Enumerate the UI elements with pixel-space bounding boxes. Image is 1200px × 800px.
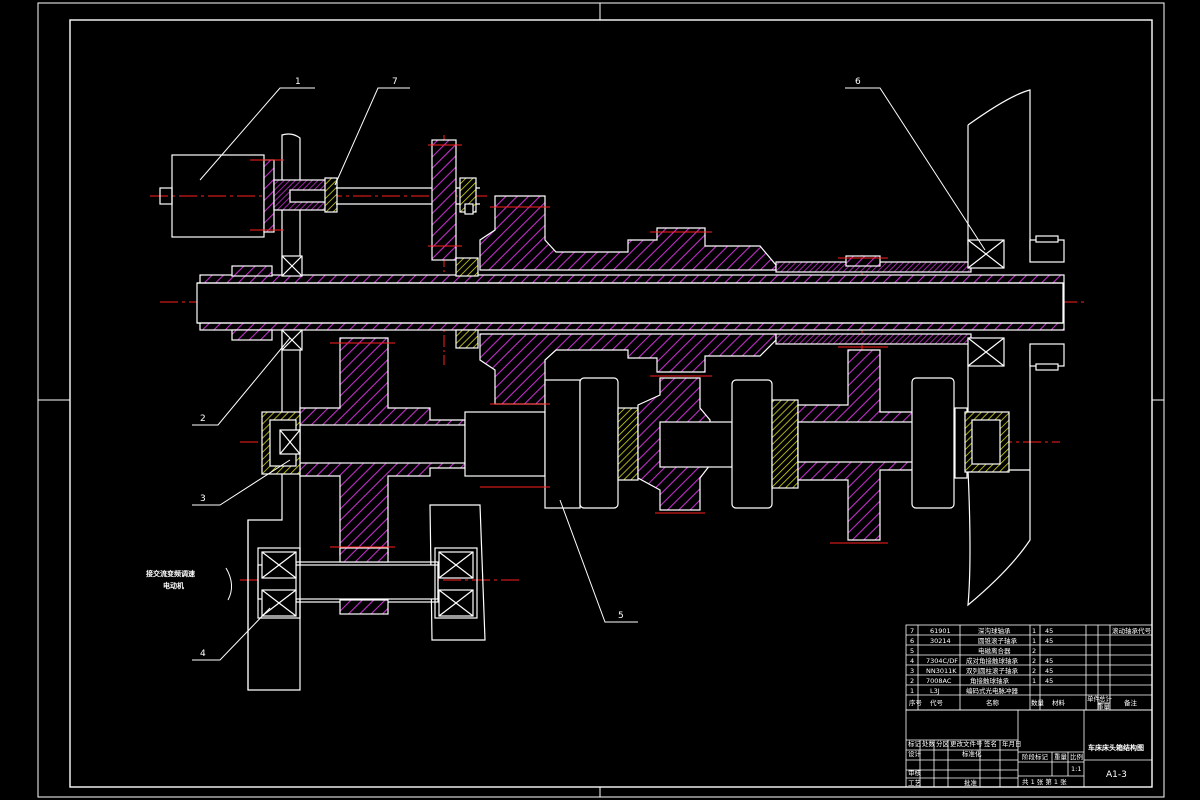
drawing-title: 车床床头箱结构图 xyxy=(1088,743,1144,752)
svg-text:45: 45 xyxy=(1045,677,1053,685)
title-block-text: 标记 处数 分区 更改文件号 签名 年月日 设计 标准化 审核 工艺 批准 阶段… xyxy=(908,739,1144,787)
tb-label-process: 工艺 xyxy=(908,779,922,787)
svg-text:1: 1 xyxy=(1032,627,1036,635)
main-spindle xyxy=(196,195,1065,405)
svg-text:2: 2 xyxy=(910,677,914,685)
tb-label-signature: 签名 xyxy=(984,739,997,748)
callout-4: 4 xyxy=(200,649,206,659)
svg-text:1: 1 xyxy=(1032,677,1036,685)
svg-text:电磁离合器: 电磁离合器 xyxy=(978,646,1011,655)
sheet-size: A1-3 xyxy=(1106,770,1127,780)
svg-text:双列圆柱滚子轴承: 双列圆柱滚子轴承 xyxy=(966,666,1019,675)
intermediate-shaft xyxy=(261,337,1010,556)
svg-text:7008AC: 7008AC xyxy=(926,677,952,685)
bom-header: 序号 代号 名称 数量 材料 单件 总计 重量 备注 xyxy=(909,694,1138,711)
tb-label-weight: 重量 xyxy=(1054,753,1068,761)
callout-3: 3 xyxy=(200,494,206,504)
motor-note: 接交流变频调速 电动机 xyxy=(146,567,232,601)
svg-text:成对角接触球轴承: 成对角接触球轴承 xyxy=(966,656,1019,665)
tb-label-scale: 比例 xyxy=(1070,752,1083,761)
bom-row: 7 61901 深沟球轴承 1 45 滚动轴承代号 xyxy=(910,626,1152,635)
bom-row: 5 电磁离合器 2 xyxy=(910,646,1036,655)
svg-text:61901: 61901 xyxy=(930,627,951,635)
tb-label-date: 年月日 xyxy=(1002,739,1022,748)
callout-5: 5 xyxy=(618,611,624,621)
svg-text:深沟球轴承: 深沟球轴承 xyxy=(978,626,1011,635)
svg-text:2: 2 xyxy=(1032,647,1036,655)
svg-text:名称: 名称 xyxy=(986,698,1000,707)
bom-row: 2 7008AC 角接触球轴承 1 45 xyxy=(910,676,1053,685)
bottom-shaft xyxy=(257,547,478,619)
tb-label-mark: 标记 xyxy=(908,739,922,748)
svg-text:45: 45 xyxy=(1045,667,1053,675)
bom-row: 4 7304C/DF 成对角接触球轴承 2 45 xyxy=(910,656,1053,665)
svg-text:45: 45 xyxy=(1045,627,1053,635)
svg-text:2: 2 xyxy=(1032,667,1036,675)
svg-text:5: 5 xyxy=(910,647,914,655)
svg-text:角接触球轴承: 角接触球轴承 xyxy=(970,676,1010,685)
svg-text:30214: 30214 xyxy=(930,637,951,645)
tb-label-approve: 批准 xyxy=(964,778,978,787)
svg-text:6: 6 xyxy=(910,637,914,645)
callout-7: 7 xyxy=(392,77,398,87)
svg-text:序号: 序号 xyxy=(909,698,923,707)
svg-text:45: 45 xyxy=(1045,637,1053,645)
svg-text:代号: 代号 xyxy=(930,698,944,707)
bom-row: 1 L3J 编码式光电脉冲器 xyxy=(910,686,1019,695)
callout-1: 1 xyxy=(295,77,301,87)
tb-label-zone: 分区 xyxy=(936,739,950,748)
bom-row: 6 30214 圆锥滚子轴承 1 45 xyxy=(910,636,1053,645)
tb-label-stage: 阶段标记 xyxy=(1022,752,1049,761)
svg-text:2: 2 xyxy=(1032,657,1036,665)
svg-text:NN3011K: NN3011K xyxy=(926,667,957,675)
tb-label-review: 审核 xyxy=(908,768,922,777)
svg-text:1: 1 xyxy=(910,687,914,695)
tb-label-change-doc: 更改文件号 xyxy=(950,739,983,748)
tb-label-design: 设计 xyxy=(908,749,922,758)
svg-text:3: 3 xyxy=(910,667,914,675)
svg-text:总计: 总计 xyxy=(1099,694,1113,703)
svg-text:4: 4 xyxy=(910,657,914,665)
svg-text:圆锥滚子轴承: 圆锥滚子轴承 xyxy=(978,636,1018,645)
svg-text:编码式光电脉冲器: 编码式光电脉冲器 xyxy=(966,686,1019,695)
callout-2: 2 xyxy=(200,414,206,424)
tb-label-count: 处数 xyxy=(922,739,936,748)
svg-text:7304C/DF: 7304C/DF xyxy=(926,657,958,665)
callout-6: 6 xyxy=(855,77,861,87)
svg-text:材料: 材料 xyxy=(1052,698,1066,707)
encoder-assembly xyxy=(159,139,480,261)
svg-text:7: 7 xyxy=(910,627,914,635)
motor-note-line2: 电动机 xyxy=(163,581,184,590)
tb-scale-value: 1:1 xyxy=(1071,765,1081,773)
svg-text:滚动轴承代号: 滚动轴承代号 xyxy=(1112,626,1152,635)
cad-drawing-canvas: 1 2 3 4 5 6 7 接交流变频调速 电动机 7 61901 深沟球轴承 … xyxy=(37,2,1165,798)
tb-sheet-info: 共 1 张 第 1 张 xyxy=(1022,777,1067,786)
svg-text:备注: 备注 xyxy=(1124,698,1138,707)
svg-text:L3J: L3J xyxy=(930,687,940,695)
svg-text:1: 1 xyxy=(1032,637,1036,645)
svg-text:数量: 数量 xyxy=(1031,698,1045,707)
svg-text:45: 45 xyxy=(1045,657,1053,665)
motor-note-line1: 接交流变频调速 xyxy=(146,569,195,578)
bom-row: 3 NN3011K 双列圆柱滚子轴承 2 45 xyxy=(910,666,1053,675)
tb-label-standardize: 标准化 xyxy=(962,749,982,758)
